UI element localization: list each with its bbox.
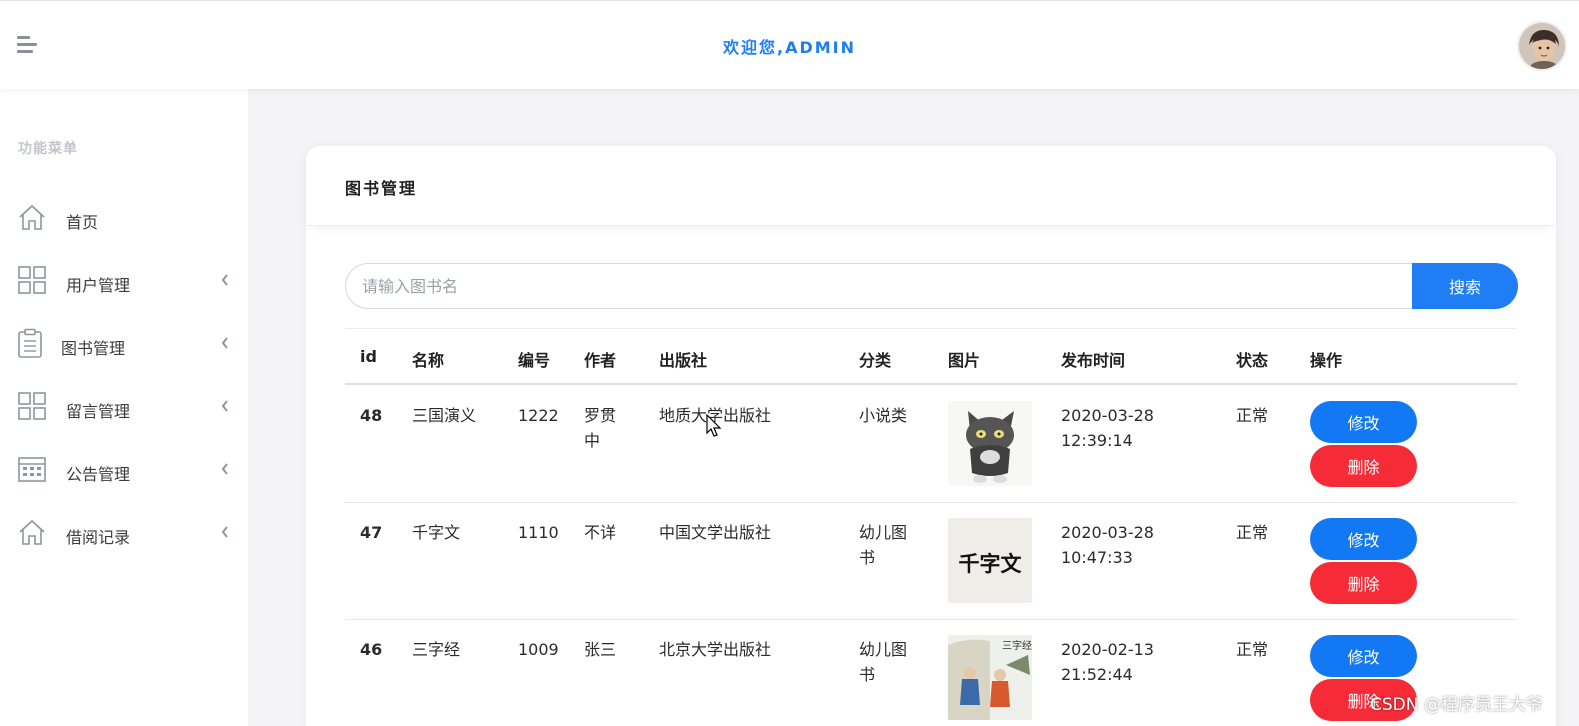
column-header-name: 名称 [412,351,445,370]
cell-category: 小说类 [859,406,908,425]
column-header-actions: 操作 [1310,351,1343,370]
table-row: 46 三字经 1009 张三 北京大学出版社 幼儿图书 三字经 2020-02-… [345,620,1517,726]
cell-code: 1222 [518,406,559,425]
chevron-left-icon [221,400,228,412]
sidebar-item-borrow-records[interactable]: 借阅记录 [0,505,248,561]
cell-time: 2020-03-28 12:39:14 [1061,406,1154,450]
cell-category: 幼儿图书 [859,523,908,567]
cell-id: 47 [360,523,383,542]
table-row: 48 三国演义 1222 罗贯中 地质大学出版社 小说类 2020-03-28 … [345,386,1517,503]
cell-status: 正常 [1236,640,1269,659]
sidebar-item-label: 留言管理 [66,402,131,421]
image-calligraphy-text: 千字文 [958,551,1022,576]
table-header: id 名称 编号 作者 出版社 分类 图片 发布时间 状态 操作 [345,328,1517,385]
cell-author: 罗贯中 [584,406,617,450]
sidebar-item-label: 用户管理 [66,276,131,295]
card-header: 图书管理 [306,146,1556,226]
search-input[interactable] [345,263,1417,309]
sidebar-item-announcements[interactable]: 公告管理 [0,442,248,498]
sidebar-item-messages[interactable]: 留言管理 [0,379,248,435]
column-header-publisher: 出版社 [659,351,708,370]
welcome-text: 欢迎您,ADMIN [722,38,856,57]
cell-id: 46 [360,640,383,659]
home-icon [19,204,45,230]
clipboard-icon [18,328,42,358]
search-button[interactable]: 搜索 [1412,263,1518,309]
cell-status: 正常 [1236,523,1269,542]
top-bar: 欢迎您,ADMIN [0,0,1579,89]
delete-button[interactable]: 删除 [1310,562,1417,604]
cell-name: 三国演义 [412,406,477,425]
chevron-left-icon [221,463,228,475]
cell-code: 1110 [518,523,559,542]
sidebar-item-label: 公告管理 [66,465,131,484]
image-calligraphy-text: 三字经 [1002,641,1032,652]
table-row: 47 千字文 1110 不详 中国文学出版社 幼儿图书 千字文 2020-03-… [345,503,1517,620]
sidebar-title: 功能菜单 [18,141,78,157]
edit-button[interactable]: 修改 [1310,401,1417,443]
column-header-status: 状态 [1236,351,1269,370]
sanzijing-painting-image: 三字经 [948,635,1032,720]
sidebar-item-label: 图书管理 [61,339,126,358]
sidebar-item-users[interactable]: 用户管理 [0,253,248,309]
chevron-left-icon [221,526,228,538]
cell-name: 千字文 [412,523,461,542]
cell-status: 正常 [1236,406,1269,425]
grid-icon [18,392,46,420]
cell-category: 幼儿图书 [859,640,908,684]
column-header-category: 分类 [859,351,892,370]
cell-code: 1009 [518,640,559,659]
sidebar-item-home[interactable]: 首页 [0,190,248,246]
page-title: 图书管理 [345,179,418,198]
chevron-left-icon [221,337,228,349]
column-header-id: id [360,347,377,366]
calendar-icon [18,457,46,482]
watermark: CSDN @程序员王大爷 [1370,695,1543,715]
cell-publisher: 中国文学出版社 [659,523,772,542]
cell-id: 48 [360,406,383,425]
column-header-time: 发布时间 [1061,351,1126,370]
avatar[interactable] [1517,21,1567,71]
column-header-image: 图片 [948,351,981,370]
sidebar: 功能菜单 首页 用户管理 图书管理 留言管理 公告管理 借阅记录 [0,89,248,726]
delete-button[interactable]: 删除 [1310,445,1417,487]
sidebar-item-label: 借阅记录 [66,528,131,547]
sidebar-item-label: 首页 [66,213,99,232]
chevron-left-icon [221,274,228,286]
column-header-author: 作者 [584,351,617,370]
cell-author: 不详 [584,523,617,542]
grid-icon [18,266,46,294]
edit-button[interactable]: 修改 [1310,518,1417,560]
calligraphy-qianziwen-image: 千字文 [948,518,1032,603]
cell-name: 三字经 [412,640,461,659]
mouse-cursor-icon [706,414,722,437]
cell-time: 2020-02-13 21:52:44 [1061,640,1154,684]
edit-button[interactable]: 修改 [1310,635,1417,677]
cell-publisher: 北京大学出版社 [659,640,772,659]
cell-author: 张三 [584,640,617,659]
home-icon [19,519,45,545]
sidebar-item-books[interactable]: 图书管理 [0,316,248,372]
cell-time: 2020-03-28 10:47:33 [1061,523,1154,567]
column-header-code: 编号 [518,351,551,370]
cartoon-cat-image [948,401,1032,486]
